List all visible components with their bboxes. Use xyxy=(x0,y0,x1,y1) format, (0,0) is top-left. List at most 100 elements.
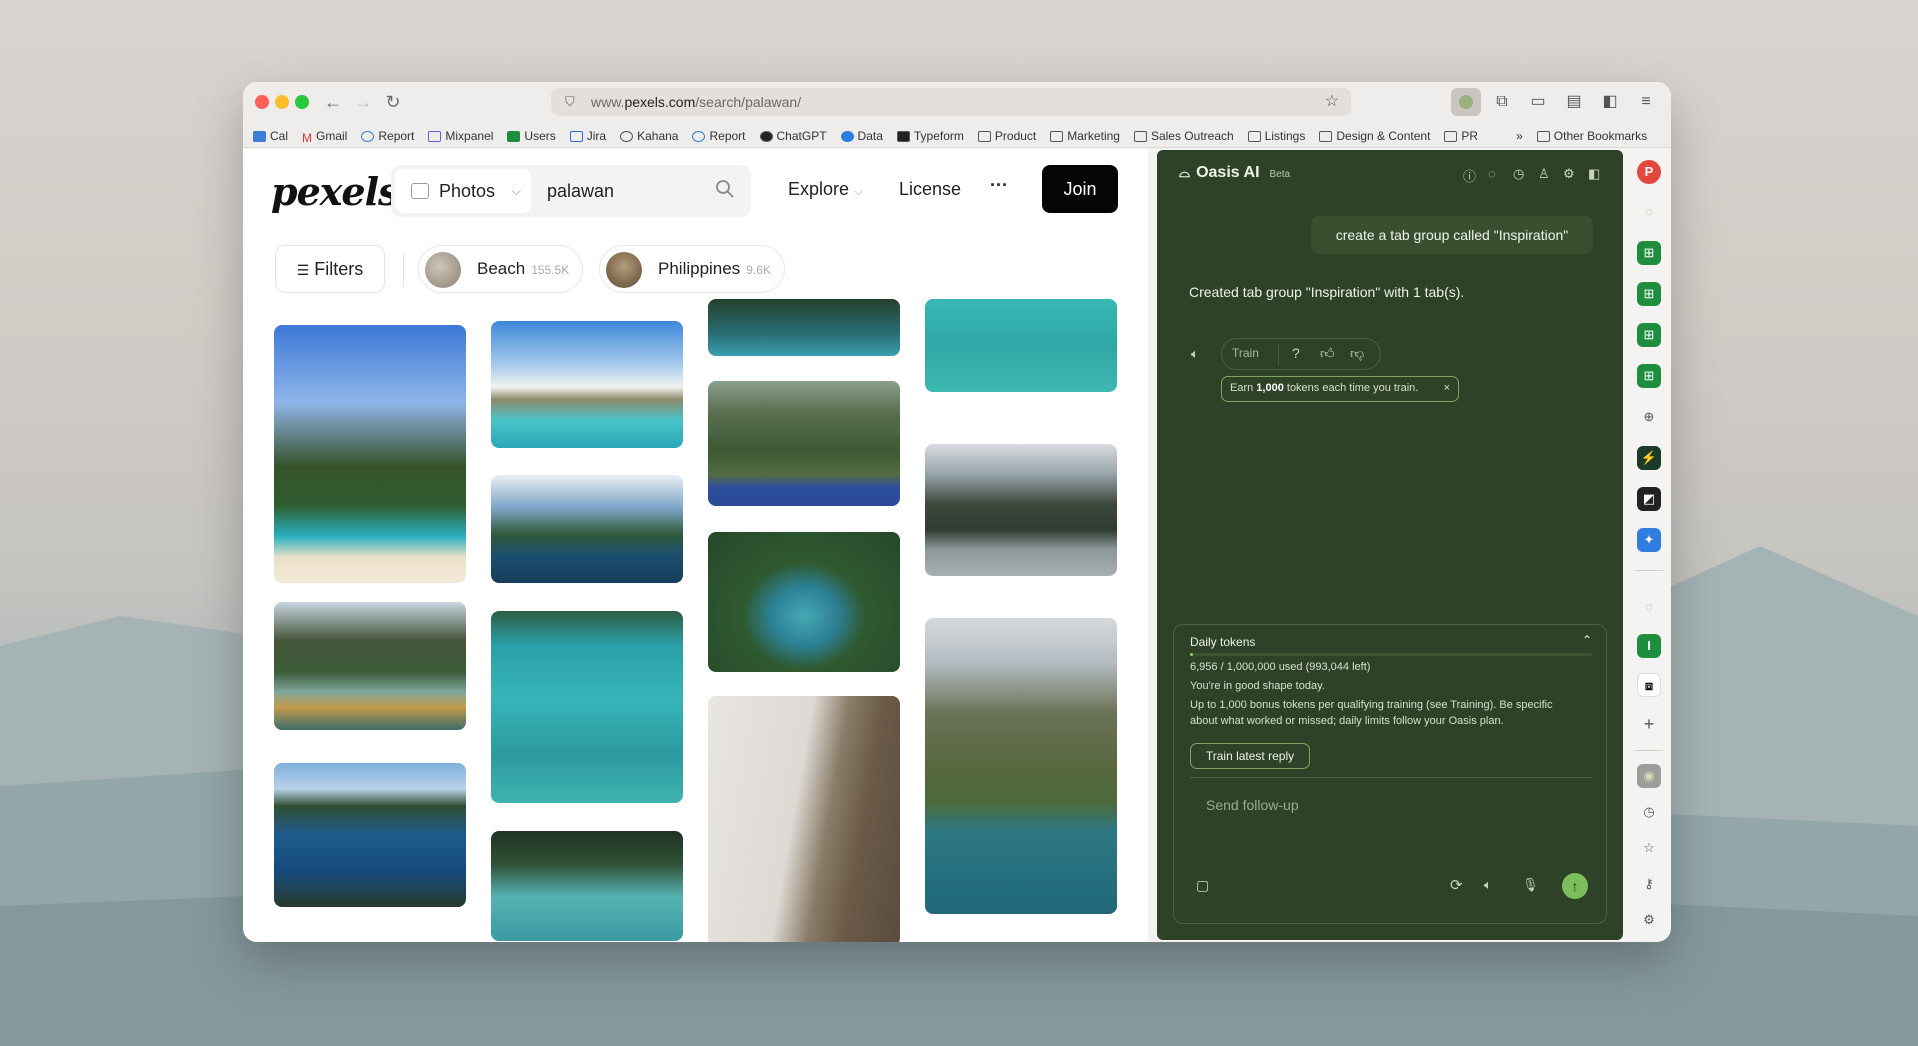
oasis-avatar-icon[interactable]: ◉ xyxy=(1637,764,1661,788)
pinterest-icon[interactable]: P xyxy=(1637,160,1661,184)
photo-tile[interactable] xyxy=(491,475,683,583)
follow-up-input[interactable]: Send follow-up xyxy=(1206,797,1299,813)
more-bookmarks-chevron-icon[interactable]: » xyxy=(1516,126,1523,146)
bookmark-folder[interactable]: Product xyxy=(977,126,1036,146)
thumbs-up-icon[interactable]: 👍︎ xyxy=(1320,345,1335,362)
divider xyxy=(1190,777,1592,778)
photo-tile[interactable] xyxy=(491,611,683,803)
close-window-button[interactable] xyxy=(255,95,269,109)
close-icon[interactable]: × xyxy=(1444,377,1450,400)
pexels-logo[interactable]: pexels xyxy=(271,169,399,214)
search-input[interactable]: palawan xyxy=(547,165,614,217)
photo-tile[interactable] xyxy=(274,325,466,583)
archive-icon[interactable]: ▭ xyxy=(1523,88,1553,116)
bookmark-item[interactable]: Mixpanel xyxy=(428,126,493,146)
bookmark-item[interactable]: M Gmail xyxy=(302,126,347,146)
speaker-icon[interactable]: 🔈︎ xyxy=(1484,877,1492,893)
question-icon[interactable]: ? xyxy=(1292,345,1300,361)
right-sidebar-rail: P ◌ ⊞ ⊞ ⊞ ⊞ ⊕ ⚡ ◩ ✦ ◌ I ⧈ + ◉ ◷ ☆ ⚷ ⚙ xyxy=(1627,150,1671,942)
explore-menu[interactable]: Explore ⌵ xyxy=(788,179,862,200)
train-latest-reply-button[interactable]: Train latest reply xyxy=(1190,743,1310,769)
thumbs-down-icon[interactable]: 👎︎ xyxy=(1350,345,1364,362)
key-icon[interactable]: ⚷ xyxy=(1637,872,1661,896)
bookmark-item[interactable]: Typeform xyxy=(896,126,964,146)
forward-arrow-icon[interactable]: → xyxy=(351,90,375,114)
sheets-icon[interactable]: ⊞ xyxy=(1637,323,1661,347)
bookmark-item[interactable]: Data xyxy=(840,126,883,146)
bookmark-item[interactable]: ChatGPT xyxy=(759,126,827,146)
photo-tile[interactable] xyxy=(708,696,900,942)
blue-app-icon[interactable]: ✦ xyxy=(1637,528,1661,552)
oasis-icon[interactable]: ◌ xyxy=(1637,200,1661,224)
search-type-dropdown[interactable]: Photos ⌵ xyxy=(395,169,531,213)
profile-icon[interactable]: ♙ xyxy=(1538,166,1550,182)
oasis-icon[interactable]: ◌ xyxy=(1637,595,1661,619)
photo-tile[interactable] xyxy=(925,618,1117,914)
photo-tile[interactable] xyxy=(708,381,900,506)
photo-tile[interactable] xyxy=(925,444,1117,576)
photo-tile[interactable] xyxy=(274,763,466,907)
minimize-window-button[interactable] xyxy=(275,95,289,109)
settings-gear-icon[interactable]: ⚙ xyxy=(1637,908,1661,932)
green-app-icon[interactable]: I xyxy=(1637,634,1661,658)
bookmark-item[interactable]: Report xyxy=(361,126,414,146)
bookmark-folder[interactable]: Marketing xyxy=(1050,126,1120,146)
photo-tile[interactable] xyxy=(491,831,683,941)
extensions-puzzle-icon[interactable]: ⧉ xyxy=(1487,88,1517,116)
zoom-window-button[interactable] xyxy=(295,95,309,109)
clock-icon[interactable]: ◷ xyxy=(1637,800,1661,824)
license-link[interactable]: License xyxy=(899,179,961,200)
bookmark-folder-other[interactable]: Other Bookmarks xyxy=(1536,126,1647,146)
train-button[interactable]: Train xyxy=(1232,346,1259,360)
help-icon[interactable]: ⓘ xyxy=(1463,166,1476,185)
search-icon[interactable] xyxy=(715,179,735,199)
bookmark-folder[interactable]: Sales Outreach xyxy=(1133,126,1234,146)
chat-icon[interactable]: ▢ xyxy=(1196,877,1209,894)
bookmark-item[interactable]: Cal xyxy=(253,126,288,146)
bookmark-item[interactable]: Report xyxy=(692,126,746,146)
settings-gear-icon[interactable]: ⚙ xyxy=(1563,166,1575,182)
oasis-extension-icon[interactable] xyxy=(1451,88,1481,116)
photo-tile[interactable] xyxy=(491,321,683,448)
sheets-icon[interactable]: ⊞ xyxy=(1637,364,1661,388)
panel-toggle-icon[interactable]: ◧ xyxy=(1588,166,1600,182)
more-menu-button[interactable]: ··· xyxy=(990,175,1008,196)
sheets-icon[interactable]: ⊞ xyxy=(1637,241,1661,265)
address-bar[interactable]: ⛉ www.pexels.com/search/palawan/ ☆ xyxy=(551,88,1351,116)
join-button[interactable]: Join xyxy=(1042,165,1118,213)
back-arrow-icon[interactable]: ← xyxy=(321,90,345,114)
bookmark-item[interactable]: Kahana xyxy=(620,126,678,146)
refresh-icon[interactable]: ⟳ xyxy=(1450,876,1463,894)
flame-icon[interactable]: ◌ xyxy=(1488,166,1496,181)
globe-icon[interactable]: ⊕ xyxy=(1637,405,1661,429)
menu-icon[interactable]: ≡ xyxy=(1631,88,1661,116)
sheets-icon[interactable]: ⊞ xyxy=(1637,282,1661,306)
square-app-icon[interactable]: ⧈ xyxy=(1637,673,1661,697)
filters-button[interactable]: ☰ Filters xyxy=(275,245,385,293)
history-icon[interactable]: ◷ xyxy=(1513,166,1524,182)
panel-icon[interactable]: ▤ xyxy=(1559,88,1589,116)
bookmark-folder[interactable]: Listings xyxy=(1247,126,1305,146)
photo-tile[interactable] xyxy=(708,532,900,672)
bookmark-item[interactable]: Jira xyxy=(569,126,606,146)
send-button[interactable]: ↑ xyxy=(1562,873,1588,899)
plus-icon[interactable]: + xyxy=(1637,712,1661,736)
bookmark-star-icon[interactable]: ☆ xyxy=(1325,88,1339,116)
photo-tile[interactable] xyxy=(708,299,900,356)
bookmark-item[interactable]: Users xyxy=(507,126,556,146)
photo-tile[interactable] xyxy=(925,299,1117,392)
star-icon[interactable]: ☆ xyxy=(1637,836,1661,860)
bookmark-folder[interactable]: PR xyxy=(1444,126,1478,146)
chevron-up-icon[interactable]: ⌃ xyxy=(1582,633,1592,647)
divider xyxy=(403,253,404,287)
bookmark-folder[interactable]: Design & Content xyxy=(1319,126,1430,146)
reload-icon[interactable]: ↻ xyxy=(381,90,405,114)
activity-app-icon[interactable]: ⚡ xyxy=(1637,446,1661,470)
sidebar-toggle-icon[interactable]: ◧ xyxy=(1595,88,1625,116)
speaker-icon[interactable]: 🔈︎ xyxy=(1191,346,1199,362)
notion-app-icon[interactable]: ◩ xyxy=(1637,487,1661,511)
chip-beach[interactable]: Beach 155.5K xyxy=(418,245,583,293)
microphone-icon[interactable]: 🎙︎ xyxy=(1522,877,1539,893)
photo-tile[interactable] xyxy=(274,602,466,730)
chip-philippines[interactable]: Philippines 9.6K xyxy=(599,245,785,293)
